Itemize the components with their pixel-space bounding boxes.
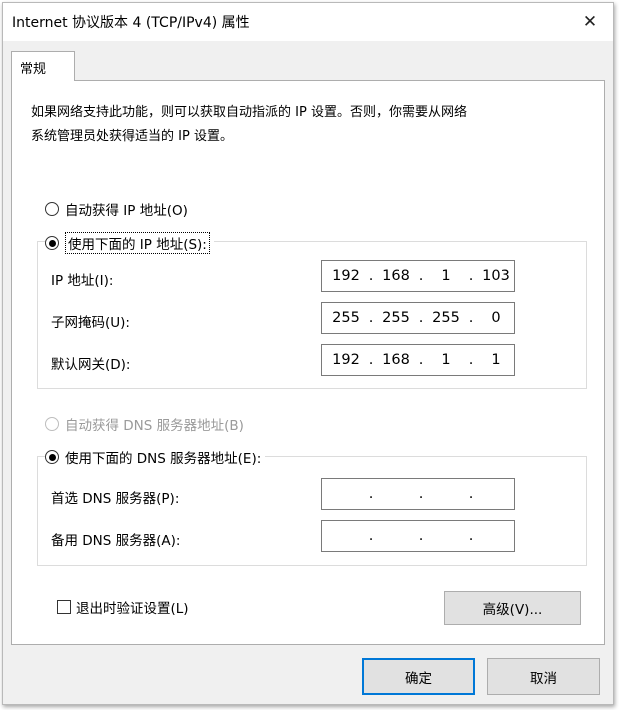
auto-ip-radio[interactable]: 自动获得 IP 地址(O): [45, 199, 188, 219]
tab-general[interactable]: 常规: [11, 51, 75, 81]
octet-separator: .: [468, 310, 474, 326]
manual-dns-radio-dot[interactable]: [45, 450, 59, 464]
octet-2: 168: [382, 352, 410, 368]
close-icon[interactable]: ✕: [575, 7, 605, 37]
ok-button[interactable]: 确定: [362, 658, 475, 695]
octet-separator: .: [468, 486, 474, 502]
octet-separator: .: [368, 486, 374, 502]
octet-separator: .: [468, 268, 474, 284]
manual-ip-radio-label: 使用下面的 IP 地址(S):: [65, 232, 210, 254]
dialog-window: Internet 协议版本 4 (TCP/IPv4) 属性 ✕ 常规 如果网络支…: [2, 2, 614, 705]
auto-ip-radio-dot[interactable]: [45, 202, 59, 216]
auto-dns-radio-label: 自动获得 DNS 服务器地址(B): [65, 418, 244, 434]
preferred-dns-label: 首选 DNS 服务器(P):: [51, 491, 180, 507]
octet-separator: .: [418, 310, 424, 326]
manual-dns-radio[interactable]: 使用下面的 DNS 服务器地址(E):: [45, 447, 266, 467]
octet-3: 1: [441, 352, 451, 368]
octet-3: 1: [441, 268, 451, 284]
octet-1: 192: [332, 352, 360, 368]
manual-ip-radio-dot[interactable]: [45, 236, 59, 250]
subnet-mask-input[interactable]: 255. 255. 255. 0: [321, 302, 515, 334]
tab-general-label: 常规: [20, 62, 47, 77]
octet-3: 255: [432, 310, 460, 326]
preferred-dns-input[interactable]: . . .: [321, 478, 515, 510]
default-gateway-input[interactable]: 192. 168. 1. 1: [321, 344, 515, 376]
octet-separator: .: [418, 268, 424, 284]
octet-separator: .: [368, 268, 374, 284]
subnet-mask-label: 子网掩码(U):: [51, 315, 130, 331]
title-bar: Internet 协议版本 4 (TCP/IPv4) 属性 ✕: [3, 3, 613, 41]
description-line-1: 如果网络支持此功能，则可以获取自动指派的 IP 设置。否则，你需要从网络: [31, 105, 467, 120]
octet-separator: .: [368, 310, 374, 326]
validate-checkbox-label: 退出时验证设置(L): [76, 601, 189, 617]
octet-2: 255: [382, 310, 410, 326]
auto-dns-radio-dot: [45, 417, 59, 431]
octet-1: 255: [332, 310, 360, 326]
cancel-button[interactable]: 取消: [487, 658, 600, 695]
validate-checkbox-box[interactable]: [57, 600, 71, 614]
ip-address-input[interactable]: 192. 168. 1. 103: [321, 260, 515, 292]
octet-1: 192: [332, 268, 360, 284]
octet-separator: .: [368, 528, 374, 544]
octet-4: 0: [491, 310, 501, 326]
auto-ip-radio-label: 自动获得 IP 地址(O): [65, 203, 188, 219]
alternate-dns-input[interactable]: . . .: [321, 520, 515, 552]
window-title: Internet 协议版本 4 (TCP/IPv4) 属性: [12, 15, 250, 31]
octet-4: 1: [491, 352, 501, 368]
description-line-2: 系统管理员处获得适当的 IP 设置。: [31, 129, 233, 144]
octet-separator: .: [418, 352, 424, 368]
octet-2: 168: [382, 268, 410, 284]
octet-separator: .: [418, 486, 424, 502]
ip-address-label: IP 地址(I):: [51, 273, 114, 289]
alternate-dns-label: 备用 DNS 服务器(A):: [51, 533, 181, 549]
validate-on-exit-checkbox[interactable]: 退出时验证设置(L): [57, 597, 189, 617]
octet-separator: .: [418, 528, 424, 544]
description-text: 如果网络支持此功能，则可以获取自动指派的 IP 设置。否则，你需要从网络 系统管…: [31, 101, 571, 149]
advanced-button[interactable]: 高级(V)...: [444, 591, 581, 625]
manual-ip-radio[interactable]: 使用下面的 IP 地址(S):: [45, 232, 214, 254]
manual-dns-radio-label: 使用下面的 DNS 服务器地址(E):: [65, 451, 262, 467]
auto-dns-radio: 自动获得 DNS 服务器地址(B): [45, 414, 244, 434]
octet-4: 103: [482, 268, 510, 284]
octet-separator: .: [368, 352, 374, 368]
default-gateway-label: 默认网关(D):: [51, 357, 131, 373]
octet-separator: .: [468, 352, 474, 368]
octet-separator: .: [468, 528, 474, 544]
